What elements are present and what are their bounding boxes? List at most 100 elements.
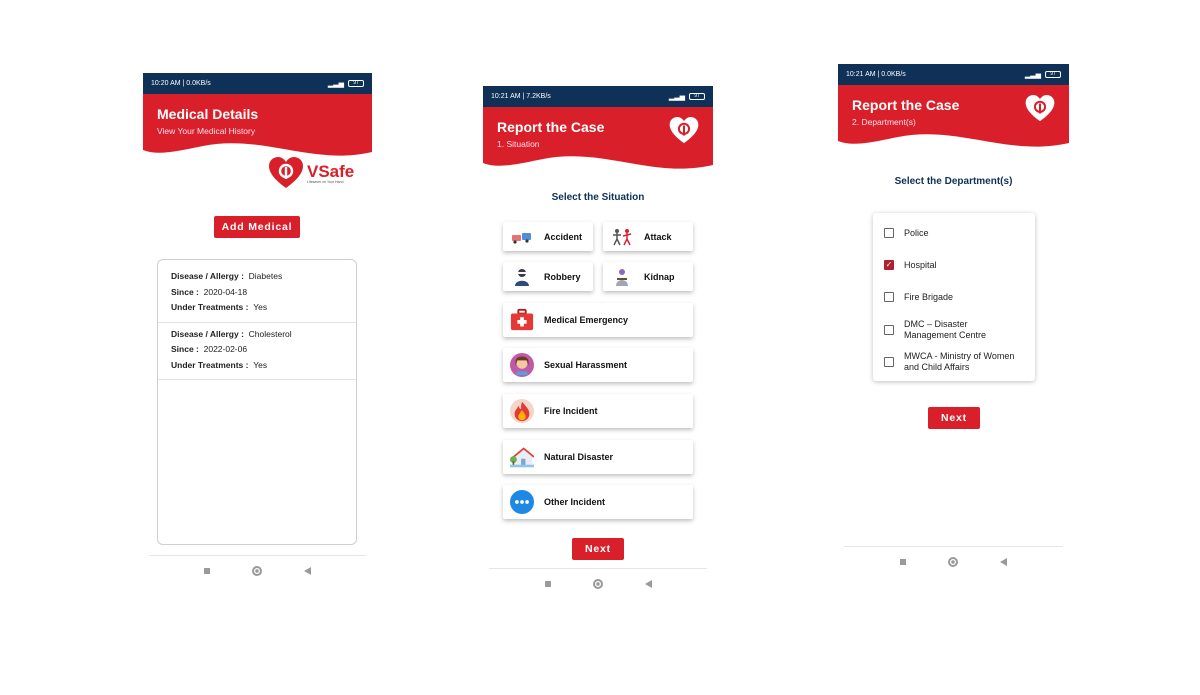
disease-value: Cholesterol [248, 328, 292, 339]
since-label: Since : [171, 286, 199, 297]
department-hospital[interactable]: ✓ Hospital [884, 260, 937, 271]
android-nav-bar [844, 546, 1063, 576]
section-title: Select the Department(s) [894, 176, 1013, 187]
option-sexual-harassment[interactable]: Sexual Harassment [503, 348, 693, 382]
page-title: Report the Case [852, 97, 960, 113]
home-icon[interactable] [948, 556, 958, 567]
page-title: Report the Case [497, 119, 605, 135]
report-department-screen: 10:21 AM | 0.0KB/s ▂▃▅ 97 Report the Cas… [838, 64, 1069, 576]
recents-icon[interactable] [900, 558, 906, 565]
kidnap-icon [610, 265, 634, 289]
section-title: Select the Situation [551, 192, 645, 203]
treatment-value: Yes [253, 359, 268, 370]
option-medical-emergency[interactable]: Medical Emergency [503, 303, 693, 337]
department-list: Police ✓ Hospital Fire Brigade DMC – Dis… [873, 213, 1035, 381]
more-dots-icon [510, 490, 534, 514]
status-bar: 10:21 AM | 7.2KB/s ▂▃▅ 97 [483, 86, 713, 107]
android-nav-bar [489, 568, 707, 598]
since-value: 2020-04-18 [203, 286, 248, 297]
medical-history-card: Disease / Allergy : Diabetes Since : 202… [157, 259, 357, 545]
department-fire-brigade[interactable]: Fire Brigade [884, 292, 953, 303]
signal-icon: ▂▃▅ [327, 80, 344, 88]
home-icon[interactable] [252, 565, 262, 576]
option-other-incident[interactable]: Other Incident [503, 485, 693, 519]
report-situation-screen: 10:21 AM | 7.2KB/s ▂▃▅ 97 Report the Cas… [483, 86, 713, 598]
option-natural-disaster[interactable]: Natural Disaster [503, 440, 693, 474]
department-label: Hospital [904, 260, 937, 270]
back-icon[interactable] [304, 566, 311, 575]
signal-icon: ▂▃▅ [1024, 71, 1041, 79]
heart-logo-icon [1025, 95, 1055, 122]
option-label: Natural Disaster [544, 452, 614, 462]
back-icon[interactable] [644, 579, 652, 588]
battery-icon: 97 [689, 93, 705, 100]
disease-value: Diabetes [248, 271, 283, 281]
heart-logo-icon [269, 157, 303, 188]
option-label: Kidnap [644, 271, 675, 282]
option-label: Sexual Harassment [544, 360, 628, 370]
status-time: 10:20 AM | 0.0KB/s [151, 80, 211, 87]
status-time: 10:21 AM | 7.2KB/s [491, 93, 551, 100]
department-mwca[interactable]: MWCA - Ministry of Women and Child Affai… [884, 351, 1014, 372]
status-time: 10:21 AM | 0.0KB/s [846, 71, 906, 78]
option-attack[interactable]: Attack [603, 222, 693, 251]
checkbox[interactable] [884, 356, 894, 367]
option-accident[interactable]: Accident [503, 222, 593, 251]
department-label: MWCA - Ministry of Women [904, 351, 1015, 361]
next-button[interactable]: Next [572, 538, 624, 560]
android-nav-bar [149, 555, 366, 585]
department-label-line2: and Child Affairs [904, 361, 970, 372]
since-value: 2022-02-06 [203, 344, 248, 354]
vsafe-logo: VSafe Lifesaver on Your Hand [269, 157, 354, 189]
brand-name: VSafe [307, 161, 355, 181]
checkbox[interactable] [884, 292, 894, 303]
medical-record[interactable]: Disease / Allergy : Diabetes Since : 202… [158, 260, 356, 323]
department-dmc[interactable]: DMC – Disaster Management Centre [884, 319, 986, 340]
recents-icon[interactable] [204, 567, 210, 574]
option-kidnap[interactable]: Kidnap [603, 262, 693, 291]
department-police[interactable]: Police [884, 228, 929, 239]
medical-record[interactable]: Disease / Allergy : Cholesterol Since : … [158, 323, 356, 380]
fire-icon [510, 399, 534, 423]
page-subtitle: 1. Situation [497, 139, 540, 149]
option-label: Accident [544, 231, 583, 242]
option-label: Other Incident [544, 497, 606, 507]
battery-icon: 97 [1045, 71, 1061, 78]
signal-icon: ▂▃▅ [668, 93, 685, 101]
harassment-icon [510, 353, 534, 377]
department-label: Fire Brigade [904, 292, 954, 302]
option-robbery[interactable]: Robbery [503, 262, 593, 291]
option-fire-incident[interactable]: Fire Incident [503, 394, 693, 428]
status-bar: 10:20 AM | 0.0KB/s ▂▃▅ 97 [143, 73, 372, 94]
header: Report the Case 2. Department(s) [838, 85, 1069, 148]
recents-icon[interactable] [544, 580, 551, 587]
robber-icon [510, 265, 534, 289]
house-flood-icon [510, 445, 534, 469]
car-crash-icon [510, 225, 534, 249]
home-icon[interactable] [592, 578, 603, 589]
header: Medical Details View Your Medical Histor… [143, 94, 372, 157]
battery-icon: 97 [348, 80, 364, 87]
option-label: Medical Emergency [544, 315, 629, 325]
department-label-line2: Management Centre [904, 329, 987, 340]
header: Report the Case 1. Situation [483, 107, 713, 170]
next-button[interactable]: Next [928, 407, 980, 429]
add-medical-button[interactable]: Add Medical [214, 216, 300, 238]
treatment-label: Under Treatments : [171, 302, 249, 312]
checkbox[interactable] [884, 228, 894, 239]
option-label: Attack [644, 231, 672, 242]
checkbox[interactable] [884, 324, 894, 335]
option-label: Robbery [544, 271, 581, 282]
treatment-label: Under Treatments : [171, 359, 249, 370]
department-label: Police [904, 228, 929, 238]
disease-label: Disease / Allergy : [171, 271, 244, 281]
option-label: Fire Incident [544, 406, 598, 416]
page-title: Medical Details [157, 106, 259, 122]
since-label: Since : [171, 344, 199, 354]
medical-details-screen: 10:20 AM | 0.0KB/s ▂▃▅ 97 Medical Detail… [143, 73, 372, 585]
page-subtitle: View Your Medical History [157, 126, 256, 136]
back-icon[interactable] [1000, 557, 1007, 566]
attack-icon [610, 225, 634, 249]
heart-logo-icon [669, 117, 699, 144]
checkbox-checked[interactable]: ✓ [884, 260, 894, 271]
